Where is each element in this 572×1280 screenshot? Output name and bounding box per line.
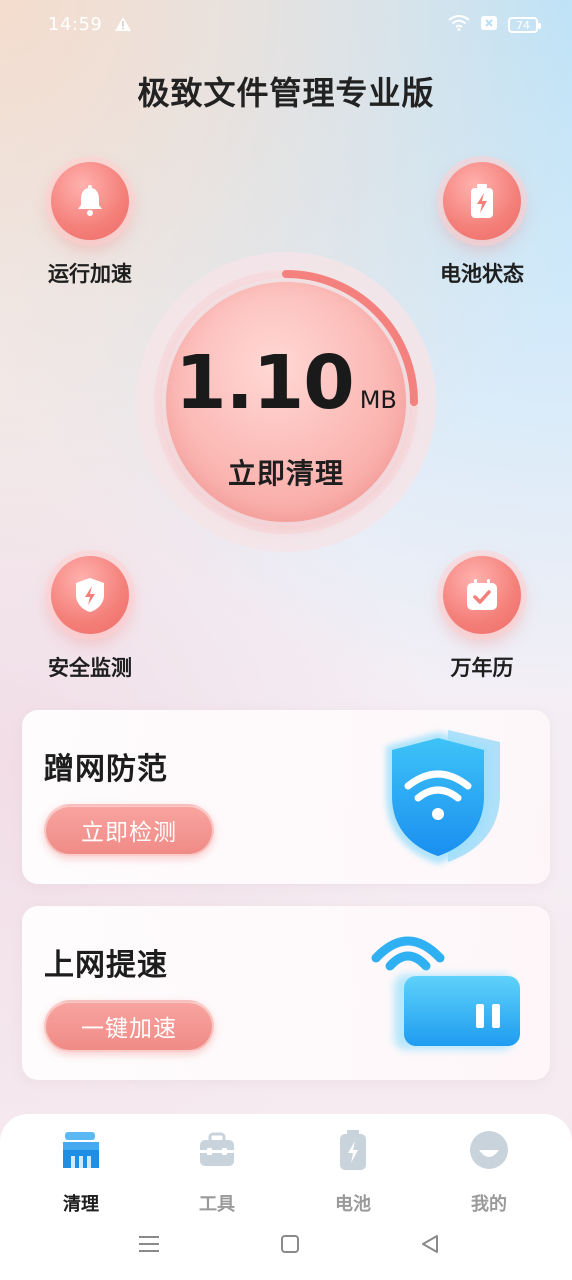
status-time: 14:59 <box>48 14 103 35</box>
feature-label: 安全监测 <box>48 656 132 680</box>
menu-icon[interactable] <box>138 1234 160 1258</box>
feature-label: 运行加速 <box>48 262 132 286</box>
router-icon <box>368 924 528 1068</box>
card-network-boost[interactable]: 上网提速 一键加速 <box>22 906 550 1080</box>
wifi-icon <box>448 15 470 35</box>
nav-label: 清理 <box>63 1194 99 1215</box>
warning-icon <box>114 16 132 36</box>
clean-gauge[interactable]: 1.10 MB 立即清理 <box>136 252 436 552</box>
calendar-icon <box>443 556 521 634</box>
nav-item-battery[interactable]: 电池 <box>298 1126 408 1216</box>
nav-label: 电池 <box>335 1194 371 1215</box>
card-title: 上网提速 <box>44 948 168 983</box>
bottom-nav: 清理 工具 电池 我的 <box>0 1114 572 1280</box>
bell-icon <box>51 162 129 240</box>
clean-now-button[interactable]: 立即清理 <box>136 452 436 492</box>
toolbox-icon <box>162 1126 272 1174</box>
status-bar: 14:59 74 <box>0 12 572 40</box>
broom-icon <box>26 1126 136 1174</box>
nav-item-clean[interactable]: 清理 <box>26 1126 136 1216</box>
card-wifi-protection[interactable]: 蹭网防范 立即检测 <box>22 710 550 884</box>
storage-unit: MB <box>359 386 397 414</box>
feature-label: 电池状态 <box>440 262 524 286</box>
page-title: 极致文件管理专业版 <box>137 74 435 112</box>
home-icon[interactable] <box>280 1234 300 1258</box>
detect-now-button[interactable]: 立即检测 <box>44 804 214 856</box>
gauge-value: 1.10 MB <box>136 340 436 426</box>
feature-battery-status[interactable]: 电池状态 <box>412 162 552 288</box>
nav-label: 工具 <box>199 1194 235 1215</box>
nav-label: 我的 <box>471 1194 507 1215</box>
battery-indicator: 74 <box>508 17 541 33</box>
feature-run-boost[interactable]: 运行加速 <box>20 162 160 288</box>
feature-calendar[interactable]: 万年历 <box>412 556 552 682</box>
sim-off-icon <box>480 15 498 35</box>
shield-icon <box>51 556 129 634</box>
storage-value: 1.10 <box>175 340 355 426</box>
back-icon[interactable] <box>420 1234 440 1258</box>
battery-icon <box>443 162 521 240</box>
wifi-shield-icon <box>378 724 508 874</box>
battery-icon <box>298 1126 408 1174</box>
nav-item-profile[interactable]: 我的 <box>434 1126 544 1216</box>
nav-item-tools[interactable]: 工具 <box>162 1126 272 1216</box>
feature-security-monitor[interactable]: 安全监测 <box>20 556 160 682</box>
feature-label: 万年历 <box>450 656 514 680</box>
one-click-boost-button[interactable]: 一键加速 <box>44 1000 214 1052</box>
profile-icon <box>434 1126 544 1174</box>
card-title: 蹭网防范 <box>44 752 168 787</box>
